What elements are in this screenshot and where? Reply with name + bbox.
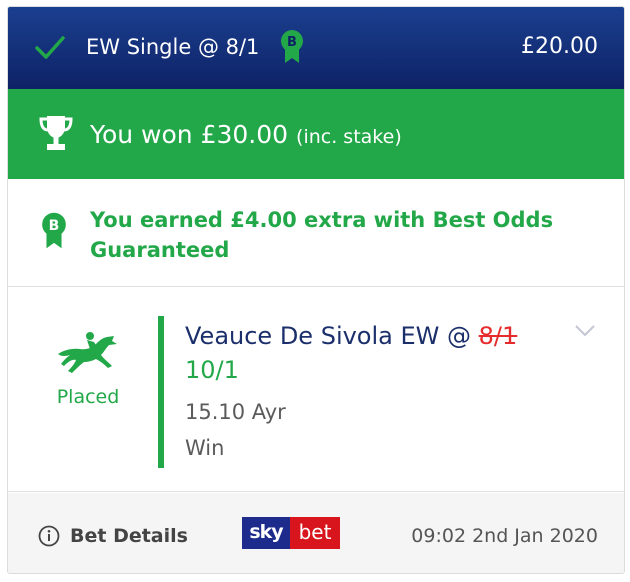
info-icon[interactable] (38, 525, 60, 547)
bet-receipt-card: EW Single @ 8/1 B £20.00 You won £30.00 (… (7, 6, 625, 574)
skybet-logo: sky bet (242, 517, 340, 549)
winnings-text: You won £30.00 (inc. stake) (90, 119, 402, 153)
best-odds-guaranteed-icon: B (281, 30, 303, 63)
original-odds: 8/1 (478, 322, 518, 350)
best-odds-guaranteed-icon: B (42, 212, 66, 249)
market-name: Win (185, 436, 225, 460)
stake-amount: £20.00 (521, 34, 598, 59)
winnings-subtext: (inc. stake) (296, 126, 402, 148)
check-icon (35, 36, 65, 59)
best-odds-guaranteed-row: B You earned £4.00 extra with Best Odds … (8, 179, 624, 287)
bet-footer: Bet Details sky bet 09:02 2nd Jan 2020 (8, 493, 624, 573)
bet-details-link[interactable]: Bet Details (70, 523, 188, 549)
winnings-banner: You won £30.00 (inc. stake) (8, 89, 624, 179)
selection-status: Placed (56, 386, 120, 408)
status-bar (158, 316, 164, 468)
race-info: 15.10 Ayr (185, 400, 286, 424)
horse-name: Veauce De Sivola EW @ (185, 322, 479, 350)
horse-racing-icon (58, 332, 117, 373)
bog-extra-text: You earned £4.00 extra with Best Odds Gu… (90, 208, 554, 262)
svg-text:B: B (49, 218, 60, 234)
trophy-icon (39, 116, 73, 150)
settled-odds: 10/1 (185, 356, 239, 384)
bet-header: EW Single @ 8/1 B £20.00 (8, 7, 624, 89)
svg-text:B: B (287, 35, 297, 50)
bet-type-title: EW Single @ 8/1 (86, 35, 260, 59)
selection-name: Veauce De Sivola EW @ 8/1 (185, 320, 517, 352)
selection-row[interactable]: Placed Veauce De Sivola EW @ 8/1 10/1 15… (8, 288, 624, 492)
chevron-down-icon[interactable] (574, 324, 596, 338)
skybet-logo-bet: bet (290, 517, 340, 549)
winnings-amount: You won £30.00 (90, 120, 289, 149)
skybet-logo-sky: sky (242, 517, 290, 549)
bet-timestamp: 09:02 2nd Jan 2020 (411, 525, 598, 547)
